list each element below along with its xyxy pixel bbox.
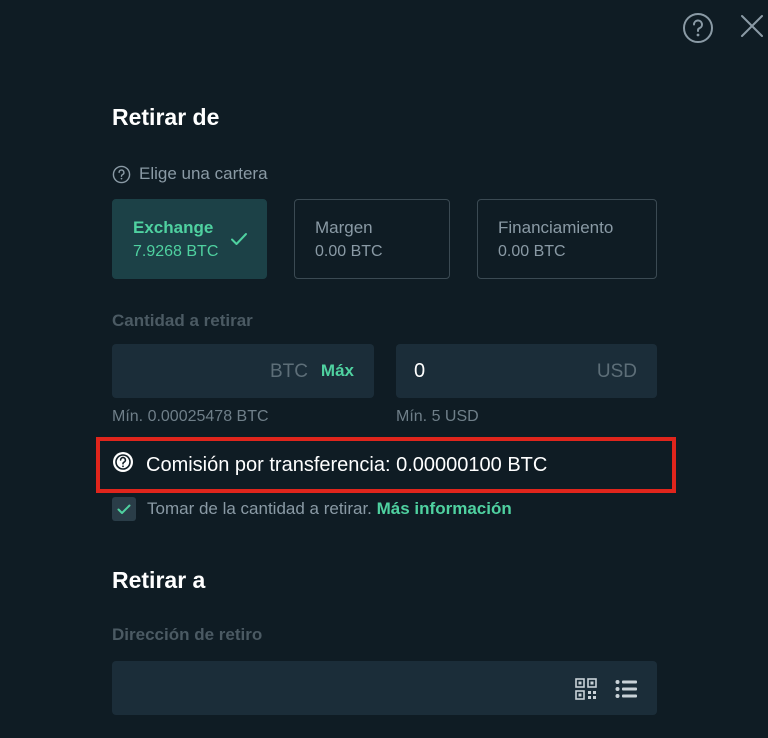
question-circle-icon[interactable] bbox=[112, 165, 131, 184]
address-label: Dirección de retiro bbox=[112, 625, 263, 644]
wallet-margin-card[interactable]: Margen 0.00 BTC bbox=[294, 199, 450, 279]
withdrawal-address-input[interactable] bbox=[112, 661, 657, 715]
withdraw-to-title: Retirar a bbox=[112, 567, 206, 593]
address-list-icon[interactable] bbox=[615, 679, 637, 704]
wallet-name: Financiamiento bbox=[498, 218, 614, 237]
wallet-balance: 0.00 BTC bbox=[498, 243, 566, 260]
qr-code-icon[interactable] bbox=[575, 678, 597, 705]
btc-amount-input[interactable]: BTC Máx bbox=[112, 344, 374, 398]
btc-currency-label: BTC bbox=[270, 361, 308, 382]
transfer-fee: Comisión por transferencia: 0.00000100 B… bbox=[112, 451, 547, 479]
withdraw-from-title: Retirar de bbox=[112, 104, 220, 130]
transfer-fee-text: Comisión por transferencia: 0.00000100 B… bbox=[146, 453, 548, 476]
wallet-balance: 0.00 BTC bbox=[315, 243, 383, 260]
help-icon[interactable] bbox=[682, 12, 714, 49]
take-from-amount-checkbox[interactable] bbox=[112, 497, 136, 521]
close-icon[interactable] bbox=[738, 12, 766, 45]
take-from-amount-row: Tomar de la cantidad a retirar. Más info… bbox=[112, 497, 512, 521]
wallet-prompt: Elige una cartera bbox=[112, 164, 268, 184]
fee-help-icon[interactable] bbox=[112, 451, 134, 479]
max-button[interactable]: Máx bbox=[321, 361, 354, 381]
min-btc-hint: Mín. 0.00025478 BTC bbox=[112, 408, 269, 425]
wallet-prompt-label: Elige una cartera bbox=[139, 164, 268, 183]
usd-amount-input[interactable]: 0 USD bbox=[396, 344, 657, 398]
take-from-amount-label: Tomar de la cantidad a retirar. bbox=[147, 499, 372, 518]
check-icon bbox=[230, 232, 248, 251]
amount-label: Cantidad a retirar bbox=[112, 311, 253, 330]
wallet-name: Margen bbox=[315, 218, 373, 237]
usd-currency-label: USD bbox=[596, 361, 637, 382]
min-usd-hint: Mín. 5 USD bbox=[396, 408, 479, 425]
more-info-link[interactable]: Más información bbox=[377, 499, 512, 518]
usd-amount-value[interactable]: 0 bbox=[414, 360, 425, 383]
wallet-exchange-card[interactable]: Exchange 7.9268 BTC bbox=[112, 199, 267, 279]
wallet-funding-card[interactable]: Financiamiento 0.00 BTC bbox=[477, 199, 657, 279]
